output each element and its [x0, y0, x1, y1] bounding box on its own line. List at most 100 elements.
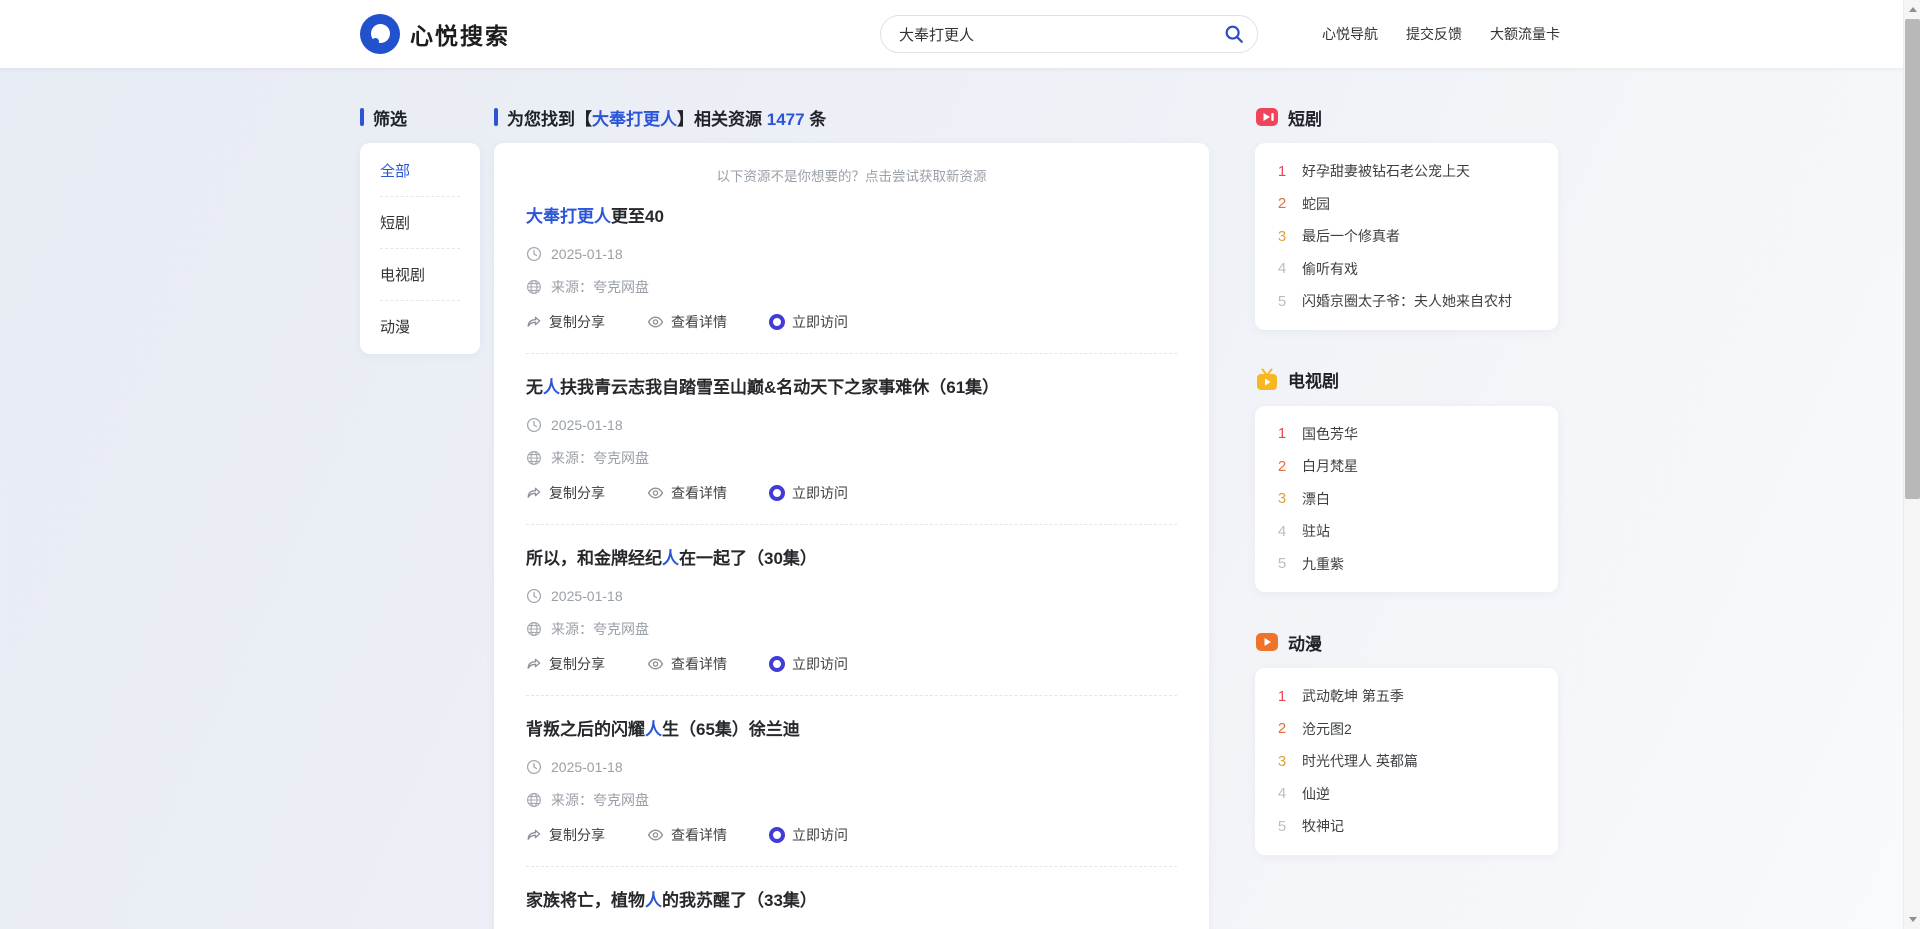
- result-title[interactable]: 所以，和金牌经纪人在一起了（30集）: [526, 547, 1177, 571]
- visit-now-button[interactable]: 立即访问: [769, 825, 848, 845]
- ranking-item[interactable]: 2蛇园: [1275, 188, 1538, 221]
- ranking-item-label: 好孕甜妻被钻石老公宠上天: [1302, 161, 1470, 181]
- share-icon: [526, 827, 542, 843]
- filter-item[interactable]: 电视剧: [380, 249, 460, 301]
- nav-link-feedback[interactable]: 提交反馈: [1406, 24, 1462, 44]
- ranking-item-label: 最后一个修真者: [1302, 226, 1400, 246]
- result-actions: 复制分享 查看详情 立即访问: [526, 312, 1177, 332]
- ranking-item[interactable]: 3时光代理人 英都篇: [1275, 745, 1538, 778]
- scroll-up-arrow-icon[interactable]: [1904, 1, 1920, 18]
- result-source: 来源：夸克网盘: [526, 619, 1177, 639]
- anime-icon: [1255, 630, 1279, 654]
- view-detail-button[interactable]: 查看详情: [647, 825, 727, 845]
- eye-icon: [647, 827, 664, 843]
- results-count: 1477: [767, 110, 805, 129]
- result-date: 2025-01-18: [526, 757, 1177, 777]
- copy-share-button[interactable]: 复制分享: [526, 483, 605, 503]
- globe-icon: [526, 279, 542, 295]
- filter-item[interactable]: 全部: [380, 145, 460, 197]
- globe-icon: [526, 621, 542, 637]
- result-title[interactable]: 无人扶我青云志我自踏雪至山巅&名动天下之家事难休（61集）: [526, 376, 1177, 400]
- search-button[interactable]: [1223, 23, 1257, 45]
- ranking-item[interactable]: 3 最后一个修真者: [1275, 220, 1538, 253]
- ranking-item[interactable]: 4 仙逆: [1275, 778, 1538, 811]
- result-title[interactable]: 大奉打更人更至40: [526, 205, 1177, 229]
- search-input[interactable]: [881, 26, 1223, 43]
- filter-title: 筛选: [360, 105, 480, 129]
- ranking-item[interactable]: 1武动乾坤 第五季: [1275, 680, 1538, 713]
- share-icon: [526, 656, 542, 672]
- filter-item[interactable]: 动漫: [380, 301, 460, 352]
- ranking-item[interactable]: 2沧元图2: [1275, 713, 1538, 746]
- visit-now-button[interactable]: 立即访问: [769, 654, 848, 674]
- scrollbar-thumb[interactable]: [1905, 19, 1920, 499]
- visit-now-button[interactable]: 立即访问: [769, 483, 848, 503]
- rank-number: 5: [1275, 555, 1289, 572]
- filter-item[interactable]: 短剧: [380, 197, 460, 249]
- rank-number: 4: [1275, 785, 1289, 802]
- result-actions: 复制分享 查看详情 立即访问: [526, 483, 1177, 503]
- scrollbar[interactable]: [1903, 0, 1920, 929]
- ranking-item-label: 国色芳华: [1302, 424, 1358, 444]
- rank-number: 1: [1275, 163, 1289, 180]
- get-new-resources-link[interactable]: 以下资源不是你想要的？点击尝试获取新资源: [526, 165, 1177, 183]
- visit-donut-icon: [769, 485, 785, 501]
- copy-share-button[interactable]: 复制分享: [526, 825, 605, 845]
- view-detail-button[interactable]: 查看详情: [647, 654, 727, 674]
- results-title: 为您找到【大奉打更人】相关资源 1477 条: [494, 105, 1209, 129]
- scroll-down-arrow-icon[interactable]: [1904, 911, 1920, 928]
- copy-share-button[interactable]: 复制分享: [526, 312, 605, 332]
- ranking-card: 1武动乾坤 第五季2沧元图23时光代理人 英都篇 4 仙逆 5牧神记: [1255, 668, 1558, 855]
- results-card: 以下资源不是你想要的？点击尝试获取新资源 大奉打更人更至40 2025-01-1…: [494, 143, 1209, 929]
- ranking-item-label: 仙逆: [1302, 784, 1330, 804]
- ranking-item-label: 偷听有戏: [1302, 259, 1358, 279]
- result-item: 所以，和金牌经纪人在一起了（30集） 2025-01-18 来源：夸克网盘 复制…: [526, 525, 1177, 696]
- ranking-item[interactable]: 4偷听有戏: [1275, 253, 1538, 286]
- ranking-item-label: 时光代理人 英都篇: [1302, 751, 1418, 771]
- clock-icon: [526, 246, 542, 262]
- result-source: 来源：夸克网盘: [526, 790, 1177, 810]
- nav-link-data-card[interactable]: 大额流量卡: [1490, 24, 1560, 44]
- ranking-item[interactable]: 3漂白: [1275, 483, 1538, 516]
- rank-number: 5: [1275, 293, 1289, 310]
- ranking-header: 电视剧: [1255, 368, 1558, 392]
- logo[interactable]: 心悦搜索: [360, 14, 510, 54]
- section-bar: [360, 108, 364, 126]
- copy-share-button[interactable]: 复制分享: [526, 654, 605, 674]
- visit-donut-icon: [769, 827, 785, 843]
- result-source: 来源：夸克网盘: [526, 277, 1177, 297]
- header: 心悦搜索 心悦导航 提交反馈 大额流量卡: [0, 0, 1920, 68]
- ranking-item-label: 漂白: [1302, 489, 1330, 509]
- ranking-card: 1 好孕甜妻被钻石老公宠上天 2蛇园 3 最后一个修真者 4偷听有戏 5 闪婚京圈太子爷：夫人…: [1255, 143, 1558, 330]
- ranking-item[interactable]: 5牧神记: [1275, 810, 1538, 843]
- section-bar: [494, 108, 498, 126]
- ranking-item[interactable]: 4驻站: [1275, 515, 1538, 548]
- filter-card: 全部短剧电视剧动漫: [360, 143, 480, 354]
- nav-link-navigation[interactable]: 心悦导航: [1322, 24, 1378, 44]
- ranking-item[interactable]: 1 好孕甜妻被钻石老公宠上天: [1275, 155, 1538, 188]
- rank-number: 3: [1275, 228, 1289, 245]
- search-bar: [880, 15, 1258, 53]
- ranking-item-label: 闪婚京圈太子爷：夫人她来自农村: [1302, 291, 1512, 311]
- result-item: 大奉打更人更至40 2025-01-18 来源：夸克网盘 复制分享: [526, 183, 1177, 354]
- visit-donut-icon: [769, 656, 785, 672]
- visit-now-button[interactable]: 立即访问: [769, 312, 848, 332]
- rankings-column: 短剧 1好孕甜妻被钻石老公宠上天2蛇园3最后一个修真者4偷听有戏5闪婚京圈太子爷…: [1255, 105, 1558, 855]
- ranking-item[interactable]: 5九重紫: [1275, 548, 1538, 581]
- result-title[interactable]: 背叛之后的闪耀人生（65集）徐兰迪: [526, 718, 1177, 742]
- results-list: 大奉打更人更至40 2025-01-18 来源：夸克网盘 复制分享: [526, 183, 1177, 929]
- ranking-item[interactable]: 5 闪婚京圈太子爷：夫人她来自农村: [1275, 285, 1538, 318]
- ranking-item[interactable]: 2白月梵星: [1275, 450, 1538, 483]
- view-detail-button[interactable]: 查看详情: [647, 483, 727, 503]
- ranking-item[interactable]: 1国色芳华: [1275, 418, 1538, 451]
- result-title[interactable]: 家族将亡，植物人的我苏醒了（33集）: [526, 889, 1177, 913]
- ranking-item-label: 沧元图2: [1302, 719, 1352, 739]
- ranking-item-label: 白月梵星: [1302, 456, 1358, 476]
- short-drama-icon: [1255, 105, 1279, 129]
- ranking-item-label: 蛇园: [1302, 194, 1330, 214]
- globe-icon: [526, 792, 542, 808]
- result-date: 2025-01-18: [526, 244, 1177, 264]
- eye-icon: [647, 314, 664, 330]
- view-detail-button[interactable]: 查看详情: [647, 312, 727, 332]
- result-actions: 复制分享 查看详情 立即访问: [526, 654, 1177, 674]
